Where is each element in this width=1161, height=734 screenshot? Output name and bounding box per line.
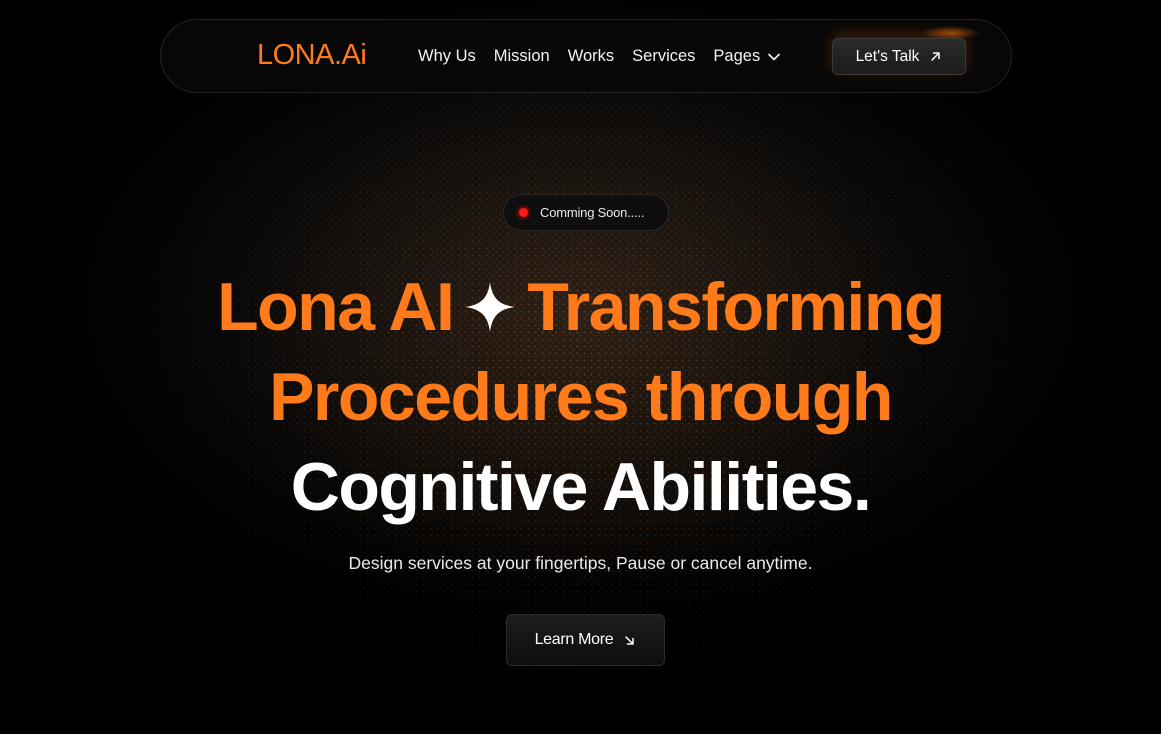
learn-more-button[interactable]: Learn More — [506, 614, 665, 666]
nav-item-works[interactable]: Works — [568, 47, 614, 66]
hero-subtitle: Design services at your fingertips, Paus… — [348, 553, 813, 573]
badge-text: Comming Soon..... — [540, 205, 645, 220]
nav-item-why-us[interactable]: Why Us — [418, 47, 476, 66]
nav-item-services[interactable]: Services — [632, 47, 695, 66]
page: LONA.Ai Why Us Mission Works Services Pa… — [0, 0, 1161, 734]
learn-more-label: Learn More — [534, 631, 614, 648]
arrow-down-right-icon — [625, 635, 635, 645]
navbar: LONA.Ai Why Us Mission Works Services Pa… — [160, 19, 1012, 93]
arrow-up-right-icon — [931, 52, 941, 61]
headline-line-2: Procedures through — [269, 359, 893, 435]
logo[interactable]: LONA.Ai — [257, 39, 367, 72]
hero-headline: Lona AI Transforming Procedures through C… — [0, 262, 1161, 532]
headline-part-1: Lona AI — [217, 269, 455, 345]
sparkle-icon — [465, 282, 516, 332]
headline-line-1: Lona AI Transforming — [0, 262, 1161, 352]
nav-item-mission[interactable]: Mission — [494, 47, 550, 66]
chevron-down-icon — [768, 53, 781, 60]
nav-links: Why Us Mission Works Services Pages — [418, 47, 798, 66]
status-dot-icon — [516, 205, 531, 220]
headline-line-3: Cognitive Abilities. — [290, 449, 872, 525]
nav-item-pages-label: Pages — [713, 47, 761, 65]
nav-item-pages-dropdown[interactable]: Pages — [713, 47, 781, 66]
lets-talk-label: Let's Talk — [855, 47, 920, 65]
coming-soon-badge: Comming Soon..... — [503, 194, 669, 231]
lets-talk-button[interactable]: Let's Talk — [832, 38, 966, 75]
headline-part-2: Transforming — [527, 269, 945, 345]
